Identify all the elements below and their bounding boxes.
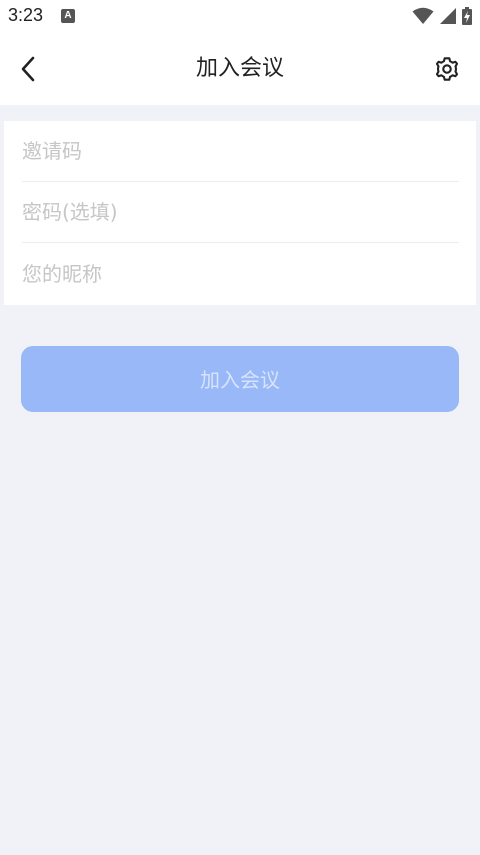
gear-icon: [435, 57, 459, 81]
invite-code-row: [22, 121, 459, 182]
status-icons: [412, 7, 472, 25]
status-time: 3:23: [8, 5, 44, 25]
invite-code-input[interactable]: [22, 139, 459, 163]
notification-icon: A: [61, 9, 75, 23]
settings-button[interactable]: [432, 53, 462, 85]
password-row: [22, 182, 459, 243]
wifi-icon: [412, 7, 434, 24]
join-form: [4, 121, 476, 305]
battery-charging-icon: [462, 7, 472, 25]
nickname-input[interactable]: [22, 261, 459, 286]
password-input[interactable]: [22, 200, 459, 224]
page-title: 加入会议: [195, 56, 284, 81]
signal-icon: [440, 8, 456, 24]
nickname-row: [22, 243, 459, 304]
join-meeting-button[interactable]: 加入会议: [21, 346, 459, 412]
header-bar: 加入会议: [0, 33, 480, 105]
status-bar: 3:23 A: [0, 0, 480, 33]
join-meeting-screen: 3:23 A 加入会议 邀请码 密码(选填) 您的昵称 加入会议: [0, 0, 480, 855]
